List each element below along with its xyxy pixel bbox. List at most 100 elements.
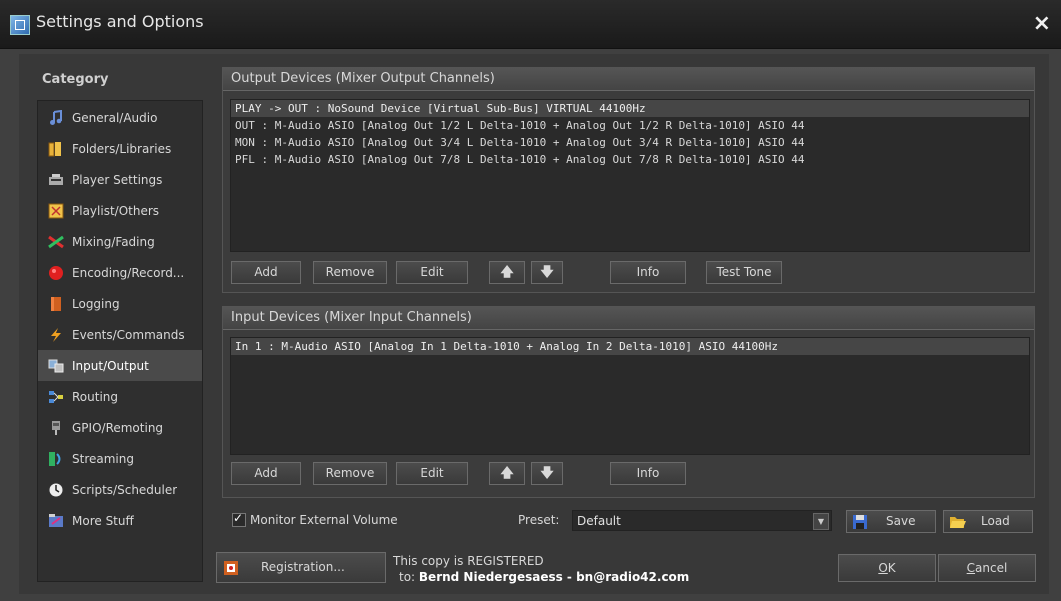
arrow-down-icon: 🡇	[540, 265, 554, 280]
lightning-icon	[48, 327, 64, 343]
sidebar-item-gpio-remoting[interactable]: GPIO/Remoting	[38, 412, 202, 443]
registration-button[interactable]: Registration...	[216, 552, 386, 583]
more-stuff-icon	[48, 513, 64, 529]
output-group-title: Output Devices (Mixer Output Channels)	[231, 71, 495, 86]
test-tone-button[interactable]: Test Tone	[706, 261, 782, 284]
monitor-external-volume[interactable]: Monitor External Volume	[232, 511, 398, 527]
preset-select[interactable]: Default ▼	[572, 510, 832, 531]
cancel-label: ancel	[975, 561, 1008, 575]
monitor-external-volume-checkbox[interactable]	[232, 511, 246, 527]
routing-icon	[48, 389, 64, 405]
list-item[interactable]: MON : M-Audio ASIO [Analog Out 3/4 L Del…	[231, 134, 1029, 151]
sidebar-item-label: Playlist/Others	[72, 203, 160, 218]
input-output-icon	[48, 358, 64, 374]
arrow-up-icon: 🡅	[500, 265, 514, 280]
category-sidebar: General/Audio Folders/Libraries Player S…	[37, 100, 203, 582]
gpio-icon	[48, 420, 64, 436]
input-add-button[interactable]: Add	[231, 462, 301, 485]
arrow-down-icon: 🡇	[540, 466, 554, 481]
sidebar-item-label: More Stuff	[72, 513, 134, 528]
settings-window: Settings and Options × Category General/…	[0, 0, 1061, 601]
preset-label: Preset:	[518, 513, 560, 527]
sidebar-item-input-output[interactable]: Input/Output	[38, 350, 202, 381]
sidebar-item-playlist-others[interactable]: Playlist/Others	[38, 195, 202, 226]
player-icon	[48, 172, 64, 188]
close-icon[interactable]: ×	[1033, 11, 1051, 36]
input-edit-button[interactable]: Edit	[396, 462, 468, 485]
clock-icon	[48, 482, 64, 498]
load-label: Load	[981, 514, 1010, 528]
sidebar-item-label: General/Audio	[72, 110, 158, 125]
sidebar-item-label: Scripts/Scheduler	[72, 482, 178, 497]
registration-owner-name: Bernd Niedergesaess - bn@radio42.com	[418, 570, 690, 584]
sidebar-item-scripts-scheduler[interactable]: Scripts/Scheduler	[38, 474, 202, 505]
mixing-icon	[48, 234, 64, 250]
sidebar-item-folders-libraries[interactable]: Folders/Libraries	[38, 133, 202, 164]
output-add-button[interactable]: Add	[231, 261, 301, 284]
sidebar-item-routing[interactable]: Routing	[38, 381, 202, 412]
save-label: Save	[886, 514, 916, 528]
input-move-down-button[interactable]: 🡇	[531, 462, 563, 485]
streaming-icon	[48, 451, 64, 467]
sidebar-item-general-audio[interactable]: General/Audio	[38, 102, 202, 133]
input-move-up-button[interactable]: 🡅	[489, 462, 525, 485]
output-edit-button[interactable]: Edit	[396, 261, 468, 284]
playlist-icon	[48, 203, 64, 219]
sidebar-item-label: Logging	[72, 296, 120, 311]
sidebar-item-logging[interactable]: Logging	[38, 288, 202, 319]
group-header: Output Devices (Mixer Output Channels)	[223, 68, 1034, 91]
sidebar-item-events-commands[interactable]: Events/Commands	[38, 319, 202, 350]
sidebar-item-label: Mixing/Fading	[72, 234, 155, 249]
window-title: Settings and Options	[36, 12, 204, 31]
arrow-up-icon: 🡅	[500, 466, 514, 481]
music-note-icon	[48, 109, 64, 126]
sidebar-item-player-settings[interactable]: Player Settings	[38, 164, 202, 195]
record-icon	[48, 265, 64, 281]
output-move-up-button[interactable]: 🡅	[489, 261, 525, 284]
sidebar-item-label: Streaming	[72, 451, 134, 466]
sidebar-item-label: Routing	[72, 389, 119, 404]
ok-label: K	[887, 561, 896, 575]
sidebar-item-label: Folders/Libraries	[72, 141, 172, 156]
books-icon	[48, 141, 64, 157]
output-move-down-button[interactable]: 🡇	[531, 261, 563, 284]
monitor-external-volume-label: Monitor External Volume	[250, 513, 398, 527]
list-item[interactable]: PFL : M-Audio ASIO [Analog Out 7/8 L Del…	[231, 151, 1029, 168]
chevron-down-icon[interactable]: ▼	[813, 513, 829, 530]
registration-status: This copy is REGISTERED	[393, 554, 544, 568]
list-item[interactable]: PLAY -> OUT : NoSound Device [Virtual Su…	[231, 100, 1029, 117]
registration-owner: to: Bernd Niedergesaess - bn@radio42.com	[393, 569, 689, 585]
input-remove-button[interactable]: Remove	[313, 462, 387, 485]
registration-icon	[223, 560, 239, 576]
sidebar-item-label: Player Settings	[72, 172, 163, 187]
group-header: Input Devices (Mixer Input Channels)	[223, 307, 1034, 330]
category-heading: Category	[42, 72, 109, 87]
sidebar-item-label: Encoding/Record...	[72, 265, 185, 280]
list-item[interactable]: OUT : M-Audio ASIO [Analog Out 1/2 L Del…	[231, 117, 1029, 134]
open-folder-icon	[949, 514, 967, 530]
input-info-button[interactable]: Info	[610, 462, 686, 485]
ok-accesskey: O	[878, 561, 888, 575]
cancel-accesskey: C	[966, 561, 976, 575]
sidebar-item-label: Input/Output	[72, 358, 149, 373]
list-item[interactable]: In 1 : M-Audio ASIO [Analog In 1 Delta-1…	[231, 338, 1029, 355]
floppy-disk-icon	[852, 514, 868, 530]
sidebar-item-mixing-fading[interactable]: Mixing/Fading	[38, 226, 202, 257]
output-device-list[interactable]: PLAY -> OUT : NoSound Device [Virtual Su…	[230, 99, 1030, 252]
logging-icon	[48, 296, 64, 312]
input-group-title: Input Devices (Mixer Input Channels)	[231, 310, 472, 325]
preset-value: Default	[577, 514, 621, 528]
output-remove-button[interactable]: Remove	[313, 261, 387, 284]
input-device-list[interactable]: In 1 : M-Audio ASIO [Analog In 1 Delta-1…	[230, 337, 1030, 455]
ok-button[interactable]: OK	[838, 554, 936, 582]
registration-to-label: to:	[399, 570, 419, 584]
output-info-button[interactable]: Info	[610, 261, 686, 284]
sidebar-item-more-stuff[interactable]: More Stuff	[38, 505, 202, 536]
sidebar-item-streaming[interactable]: Streaming	[38, 443, 202, 474]
preset-save-button[interactable]: Save	[846, 510, 936, 533]
registration-note: This copy is REGISTERED to: Bernd Nieder…	[393, 553, 689, 585]
cancel-button[interactable]: Cancel	[938, 554, 1036, 582]
preset-load-button[interactable]: Load	[943, 510, 1033, 533]
sidebar-item-encoding-record[interactable]: Encoding/Record...	[38, 257, 202, 288]
sidebar-item-label: Events/Commands	[72, 327, 185, 342]
